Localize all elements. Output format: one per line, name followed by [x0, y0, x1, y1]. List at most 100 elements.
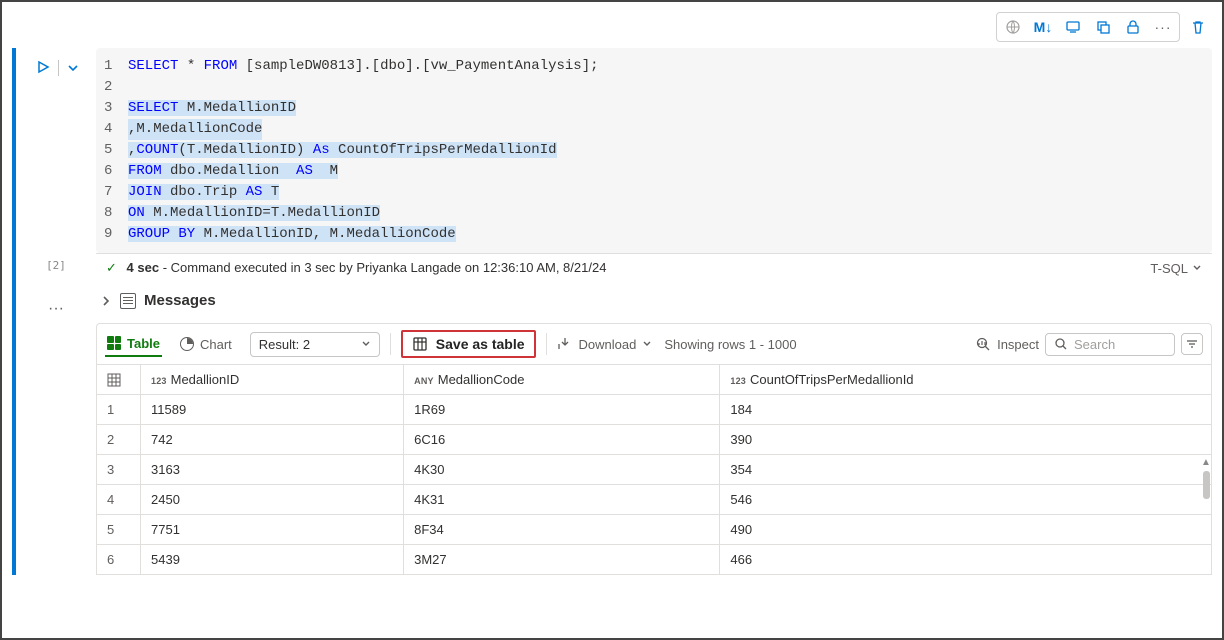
result-selector[interactable]: Result: 2 — [250, 332, 380, 357]
table-row[interactable]: 27426C16390 — [97, 425, 1212, 455]
cell: 390 — [720, 425, 1212, 455]
cell: 8F34 — [404, 515, 720, 545]
row-index: 1 — [97, 395, 141, 425]
column-header[interactable]: ANYMedallionCode — [404, 365, 720, 395]
scroll-thumb[interactable] — [1203, 471, 1210, 499]
line-number: 3 — [104, 98, 128, 119]
code-line: ,COUNT(T.MedallionID) As CountOfTripsPer… — [128, 140, 557, 161]
line-number: 2 — [104, 77, 128, 98]
markdown-button[interactable]: M↓ — [1033, 17, 1053, 37]
line-number: 6 — [104, 161, 128, 182]
line-number: 1 — [104, 56, 128, 77]
download-icon — [557, 337, 573, 351]
table-row[interactable]: 331634K30354 — [97, 455, 1212, 485]
table-header-row: 123MedallionID ANYMedallionCode 123Count… — [97, 365, 1212, 395]
cell: 1R69 — [404, 395, 720, 425]
cell: 4K30 — [404, 455, 720, 485]
cell: 3M27 — [404, 545, 720, 575]
filter-button[interactable] — [1181, 333, 1203, 355]
toolbar-group: M↓ ··· — [996, 12, 1180, 42]
rows-info: Showing rows 1 - 1000 — [664, 337, 796, 352]
notebook-toolbar: M↓ ··· — [12, 10, 1212, 44]
column-header[interactable]: 123MedallionID — [141, 365, 404, 395]
code-line: GROUP BY M.MedallionID, M.MedallionCode — [128, 224, 456, 245]
language-picker[interactable]: T-SQL — [1150, 261, 1202, 276]
results-toolbar: Table Chart Result: 2 Save as table — [96, 323, 1212, 364]
cell: 5439 — [141, 545, 404, 575]
inspect-button[interactable]: Inspect — [975, 336, 1039, 352]
table-row[interactable]: 654393M27466 — [97, 545, 1212, 575]
cell: 11589 — [141, 395, 404, 425]
cell: 2450 — [141, 485, 404, 515]
cell: 6C16 — [404, 425, 720, 455]
scrollbar[interactable]: ▲ — [1200, 457, 1212, 617]
run-menu-chevron[interactable] — [67, 62, 79, 74]
more-actions-icon[interactable]: ··· — [16, 282, 96, 575]
success-icon: ✓ — [106, 260, 117, 275]
divider — [58, 60, 59, 76]
tab-table[interactable]: Table — [105, 332, 162, 357]
code-line: FROM dbo.Medallion AS M — [128, 161, 338, 182]
code-line: ON M.MedallionID=T.MedallionID — [128, 203, 380, 224]
screen-icon[interactable] — [1063, 17, 1083, 37]
messages-icon — [120, 293, 136, 309]
grid-icon — [107, 373, 121, 387]
row-index: 3 — [97, 455, 141, 485]
more-icon[interactable]: ··· — [1153, 17, 1173, 37]
status-bar: ✓ 4 sec - Command executed in 3 sec by P… — [96, 253, 1212, 282]
line-number: 9 — [104, 224, 128, 245]
row-index: 2 — [97, 425, 141, 455]
run-cell-button[interactable] — [36, 60, 50, 74]
cell: 184 — [720, 395, 1212, 425]
messages-label: Messages — [144, 292, 216, 309]
cell: 4K31 — [404, 485, 720, 515]
copy-icon[interactable] — [1093, 17, 1113, 37]
cell: 742 — [141, 425, 404, 455]
table-row[interactable]: 577518F34490 — [97, 515, 1212, 545]
filter-icon — [1185, 337, 1199, 351]
search-input[interactable]: Search — [1045, 333, 1175, 356]
save-as-table-button[interactable]: Save as table — [401, 330, 536, 358]
column-header[interactable]: 123CountOfTripsPerMedallionId — [720, 365, 1212, 395]
scroll-up-icon[interactable]: ▲ — [1200, 457, 1212, 468]
cell: 7751 — [141, 515, 404, 545]
search-icon — [1054, 337, 1068, 351]
line-number: 7 — [104, 182, 128, 203]
messages-header[interactable]: Messages — [96, 282, 1212, 323]
chevron-right-icon — [100, 295, 112, 307]
inspect-icon — [975, 336, 991, 352]
cell: 546 — [720, 485, 1212, 515]
code-line: JOIN dbo.Trip AS T — [128, 182, 279, 203]
line-number: 4 — [104, 119, 128, 140]
duration-text: 4 sec — [127, 260, 160, 275]
row-index: 5 — [97, 515, 141, 545]
row-index: 4 — [97, 485, 141, 515]
download-button[interactable]: Download — [557, 337, 653, 352]
line-number: 8 — [104, 203, 128, 224]
code-cell: 1SELECT * FROM [sampleDW0813].[dbo].[vw_… — [12, 48, 1212, 253]
code-line: SELECT M.MedallionID — [128, 98, 296, 119]
cell: 490 — [720, 515, 1212, 545]
cell: 466 — [720, 545, 1212, 575]
code-line — [128, 77, 136, 98]
status-message: - Command executed in 3 sec by Priyanka … — [163, 260, 607, 275]
execution-count: [2] — [16, 253, 96, 282]
tab-chart[interactable]: Chart — [178, 333, 234, 356]
cell: 3163 — [141, 455, 404, 485]
table-row[interactable]: 424504K31546 — [97, 485, 1212, 515]
table-icon — [107, 336, 121, 350]
globe-icon[interactable] — [1003, 17, 1023, 37]
cell: 354 — [720, 455, 1212, 485]
table-icon — [412, 336, 428, 352]
row-selector-header[interactable] — [97, 365, 141, 395]
line-number: 5 — [104, 140, 128, 161]
row-index: 6 — [97, 545, 141, 575]
lock-icon[interactable] — [1123, 17, 1143, 37]
chart-icon — [180, 337, 194, 351]
delete-icon[interactable] — [1188, 17, 1208, 37]
sql-editor[interactable]: 1SELECT * FROM [sampleDW0813].[dbo].[vw_… — [96, 48, 1212, 253]
code-line: ,M.MedallionCode — [128, 119, 262, 140]
cell-run-controls — [16, 48, 96, 253]
code-line: SELECT * FROM [sampleDW0813].[dbo].[vw_P… — [128, 56, 599, 77]
table-row[interactable]: 1115891R69184 — [97, 395, 1212, 425]
